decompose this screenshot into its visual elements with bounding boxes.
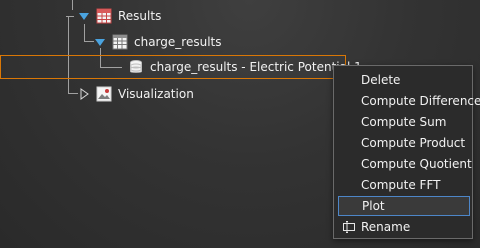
tree-item-electric-potential[interactable]: charge_results - Electric Potential 1 (128, 57, 362, 77)
menu-item-compute-product[interactable]: Compute Product (338, 133, 470, 153)
menu-item-compute-difference[interactable]: Compute Difference (338, 91, 480, 111)
tree-item-visualization[interactable]: Visualization (78, 84, 194, 104)
tree-item-label: charge_results - Electric Potential 1 (150, 60, 362, 74)
tree-item-results[interactable]: Results (78, 6, 161, 26)
collapse-arrow-icon[interactable] (78, 88, 90, 100)
grid-table-icon (112, 34, 128, 50)
tree-item-label: Results (118, 9, 162, 23)
tree-item-charge-results[interactable]: charge_results (94, 32, 221, 52)
tree-connector-line (84, 24, 85, 41)
expand-arrow-icon[interactable] (94, 36, 106, 48)
tree-connector-line (68, 93, 78, 94)
tree-item-label: Visualization (118, 87, 194, 101)
database-icon (128, 59, 144, 75)
tree-item-label: charge_results (134, 35, 222, 49)
menu-item-rename[interactable]: Rename (338, 217, 470, 237)
tree-connector-line (84, 41, 94, 42)
menu-item-plot[interactable]: Plot (338, 196, 470, 216)
menu-item-delete[interactable]: Delete (338, 70, 470, 90)
menu-item-compute-fft[interactable]: Compute FFT (338, 175, 470, 195)
context-menu: Delete Compute Difference Compute Sum Co… (333, 65, 480, 239)
expand-arrow-icon[interactable] (78, 10, 90, 22)
rename-icon (341, 220, 357, 234)
tree-connector-line (72, 0, 73, 10)
menu-item-compute-sum[interactable]: Compute Sum (338, 112, 470, 132)
image-icon (96, 86, 112, 102)
menu-item-label: Rename (361, 220, 411, 234)
menu-item-compute-quotient[interactable]: Compute Quotient (338, 154, 472, 174)
table-results-icon (96, 8, 112, 24)
